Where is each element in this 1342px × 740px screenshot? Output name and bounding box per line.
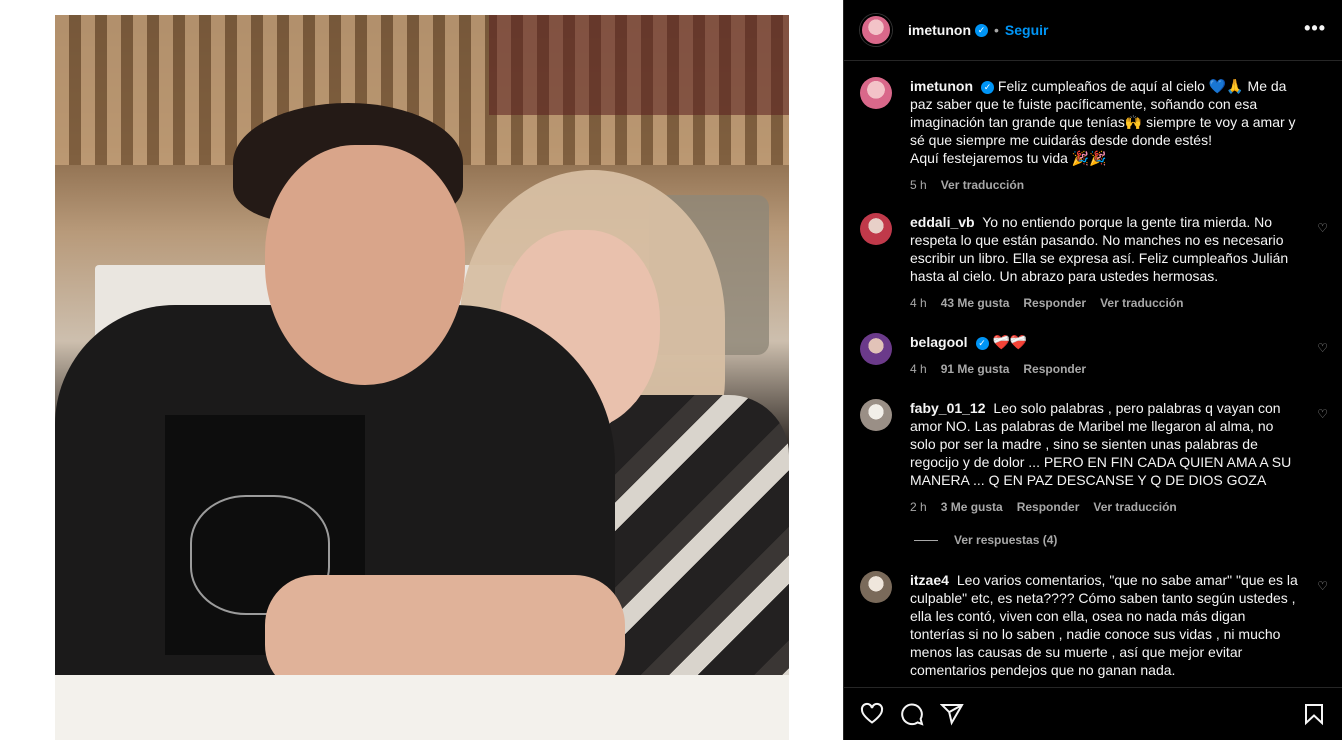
caption-time[interactable]: 5 h (910, 176, 927, 194)
verified-icon: ✓ (975, 336, 989, 350)
author-avatar[interactable] (860, 14, 892, 46)
comment-likes[interactable]: 91 Me gusta (941, 360, 1010, 378)
comment-username[interactable]: itzae4 (910, 572, 949, 588)
author-username[interactable]: imetunon (908, 22, 971, 38)
comment-time[interactable]: 4 h (910, 360, 927, 378)
separator-dot: • (994, 22, 999, 38)
comment-username[interactable]: faby_01_12 (910, 400, 986, 416)
follow-button[interactable]: Seguir (1005, 22, 1049, 38)
translate-link[interactable]: Ver traducción (1100, 294, 1183, 312)
post-actions-bar (844, 687, 1342, 740)
view-replies-button[interactable]: Ver respuestas (4) (914, 533, 1057, 547)
reply-button[interactable]: Responder (1017, 498, 1080, 516)
comment-avatar[interactable] (860, 333, 892, 365)
like-comment-heart-icon[interactable]: ♡ (1317, 341, 1328, 355)
comments-list[interactable]: imetunon ✓ Feliz cumpleaños de aquí al ci… (844, 61, 1342, 687)
comment-username[interactable]: eddali_vb (910, 214, 975, 230)
more-options-icon[interactable]: ••• (1304, 18, 1326, 39)
verified-icon: ✓ (975, 23, 988, 37)
comment-avatar[interactable] (860, 213, 892, 245)
comment-avatar[interactable] (860, 399, 892, 431)
like-comment-heart-icon[interactable]: ♡ (1317, 407, 1328, 421)
caption-username[interactable]: imetunon (910, 78, 973, 94)
post-photo[interactable] (55, 15, 789, 740)
comment-time[interactable]: 2 h (910, 498, 927, 516)
comment-item: itzae4 Leo varios comentarios, "que no s… (860, 571, 1328, 679)
comment-avatar[interactable] (860, 571, 892, 603)
caption-text-2: Aquí festejaremos tu vida 🎉🎉 (910, 150, 1107, 166)
heart-icon[interactable] (860, 702, 884, 726)
caption-translate-link[interactable]: Ver traducción (941, 176, 1024, 194)
reply-button[interactable]: Responder (1023, 360, 1086, 378)
caption-avatar[interactable] (860, 77, 892, 109)
translate-link[interactable]: Ver traducción (1093, 498, 1176, 516)
share-icon[interactable] (940, 702, 964, 726)
replies-divider (914, 539, 938, 541)
post-sidebar: imetunon ✓ • Seguir ••• imetunon ✓ Feliz … (843, 0, 1342, 740)
comment-text: Leo varios comentarios, "que no sabe ama… (910, 572, 1298, 678)
verified-icon: ✓ (981, 80, 994, 94)
comment-item: belagool ✓ ❤️‍🩹❤️‍🩹 4 h 91 Me gusta Respo… (860, 333, 1328, 378)
caption: imetunon ✓ Feliz cumpleaños de aquí al ci… (860, 77, 1328, 194)
comment-item: faby_01_12 Leo solo palabras , pero pala… (860, 399, 1328, 516)
comment-item: eddali_vb Yo no entiendo porque la gente… (860, 213, 1328, 312)
bookmark-icon[interactable] (1302, 702, 1326, 726)
media-panel (0, 0, 843, 740)
photo-tablecloth (55, 675, 789, 740)
comment-time[interactable]: 4 h (910, 294, 927, 312)
comment-icon[interactable] (900, 702, 924, 726)
like-comment-heart-icon[interactable]: ♡ (1317, 221, 1328, 235)
reply-button[interactable]: Responder (1023, 294, 1086, 312)
view-replies-label: Ver respuestas (4) (954, 533, 1058, 547)
like-comment-heart-icon[interactable]: ♡ (1317, 579, 1328, 593)
comment-likes[interactable]: 3 Me gusta (941, 498, 1003, 516)
comment-text: ❤️‍🩹❤️‍🩹 (992, 334, 1028, 350)
post-header: imetunon ✓ • Seguir ••• (844, 0, 1342, 61)
photo-man-face (265, 145, 465, 385)
comment-username[interactable]: belagool (910, 334, 968, 350)
photo-wall (489, 15, 789, 115)
comment-likes[interactable]: 43 Me gusta (941, 294, 1010, 312)
